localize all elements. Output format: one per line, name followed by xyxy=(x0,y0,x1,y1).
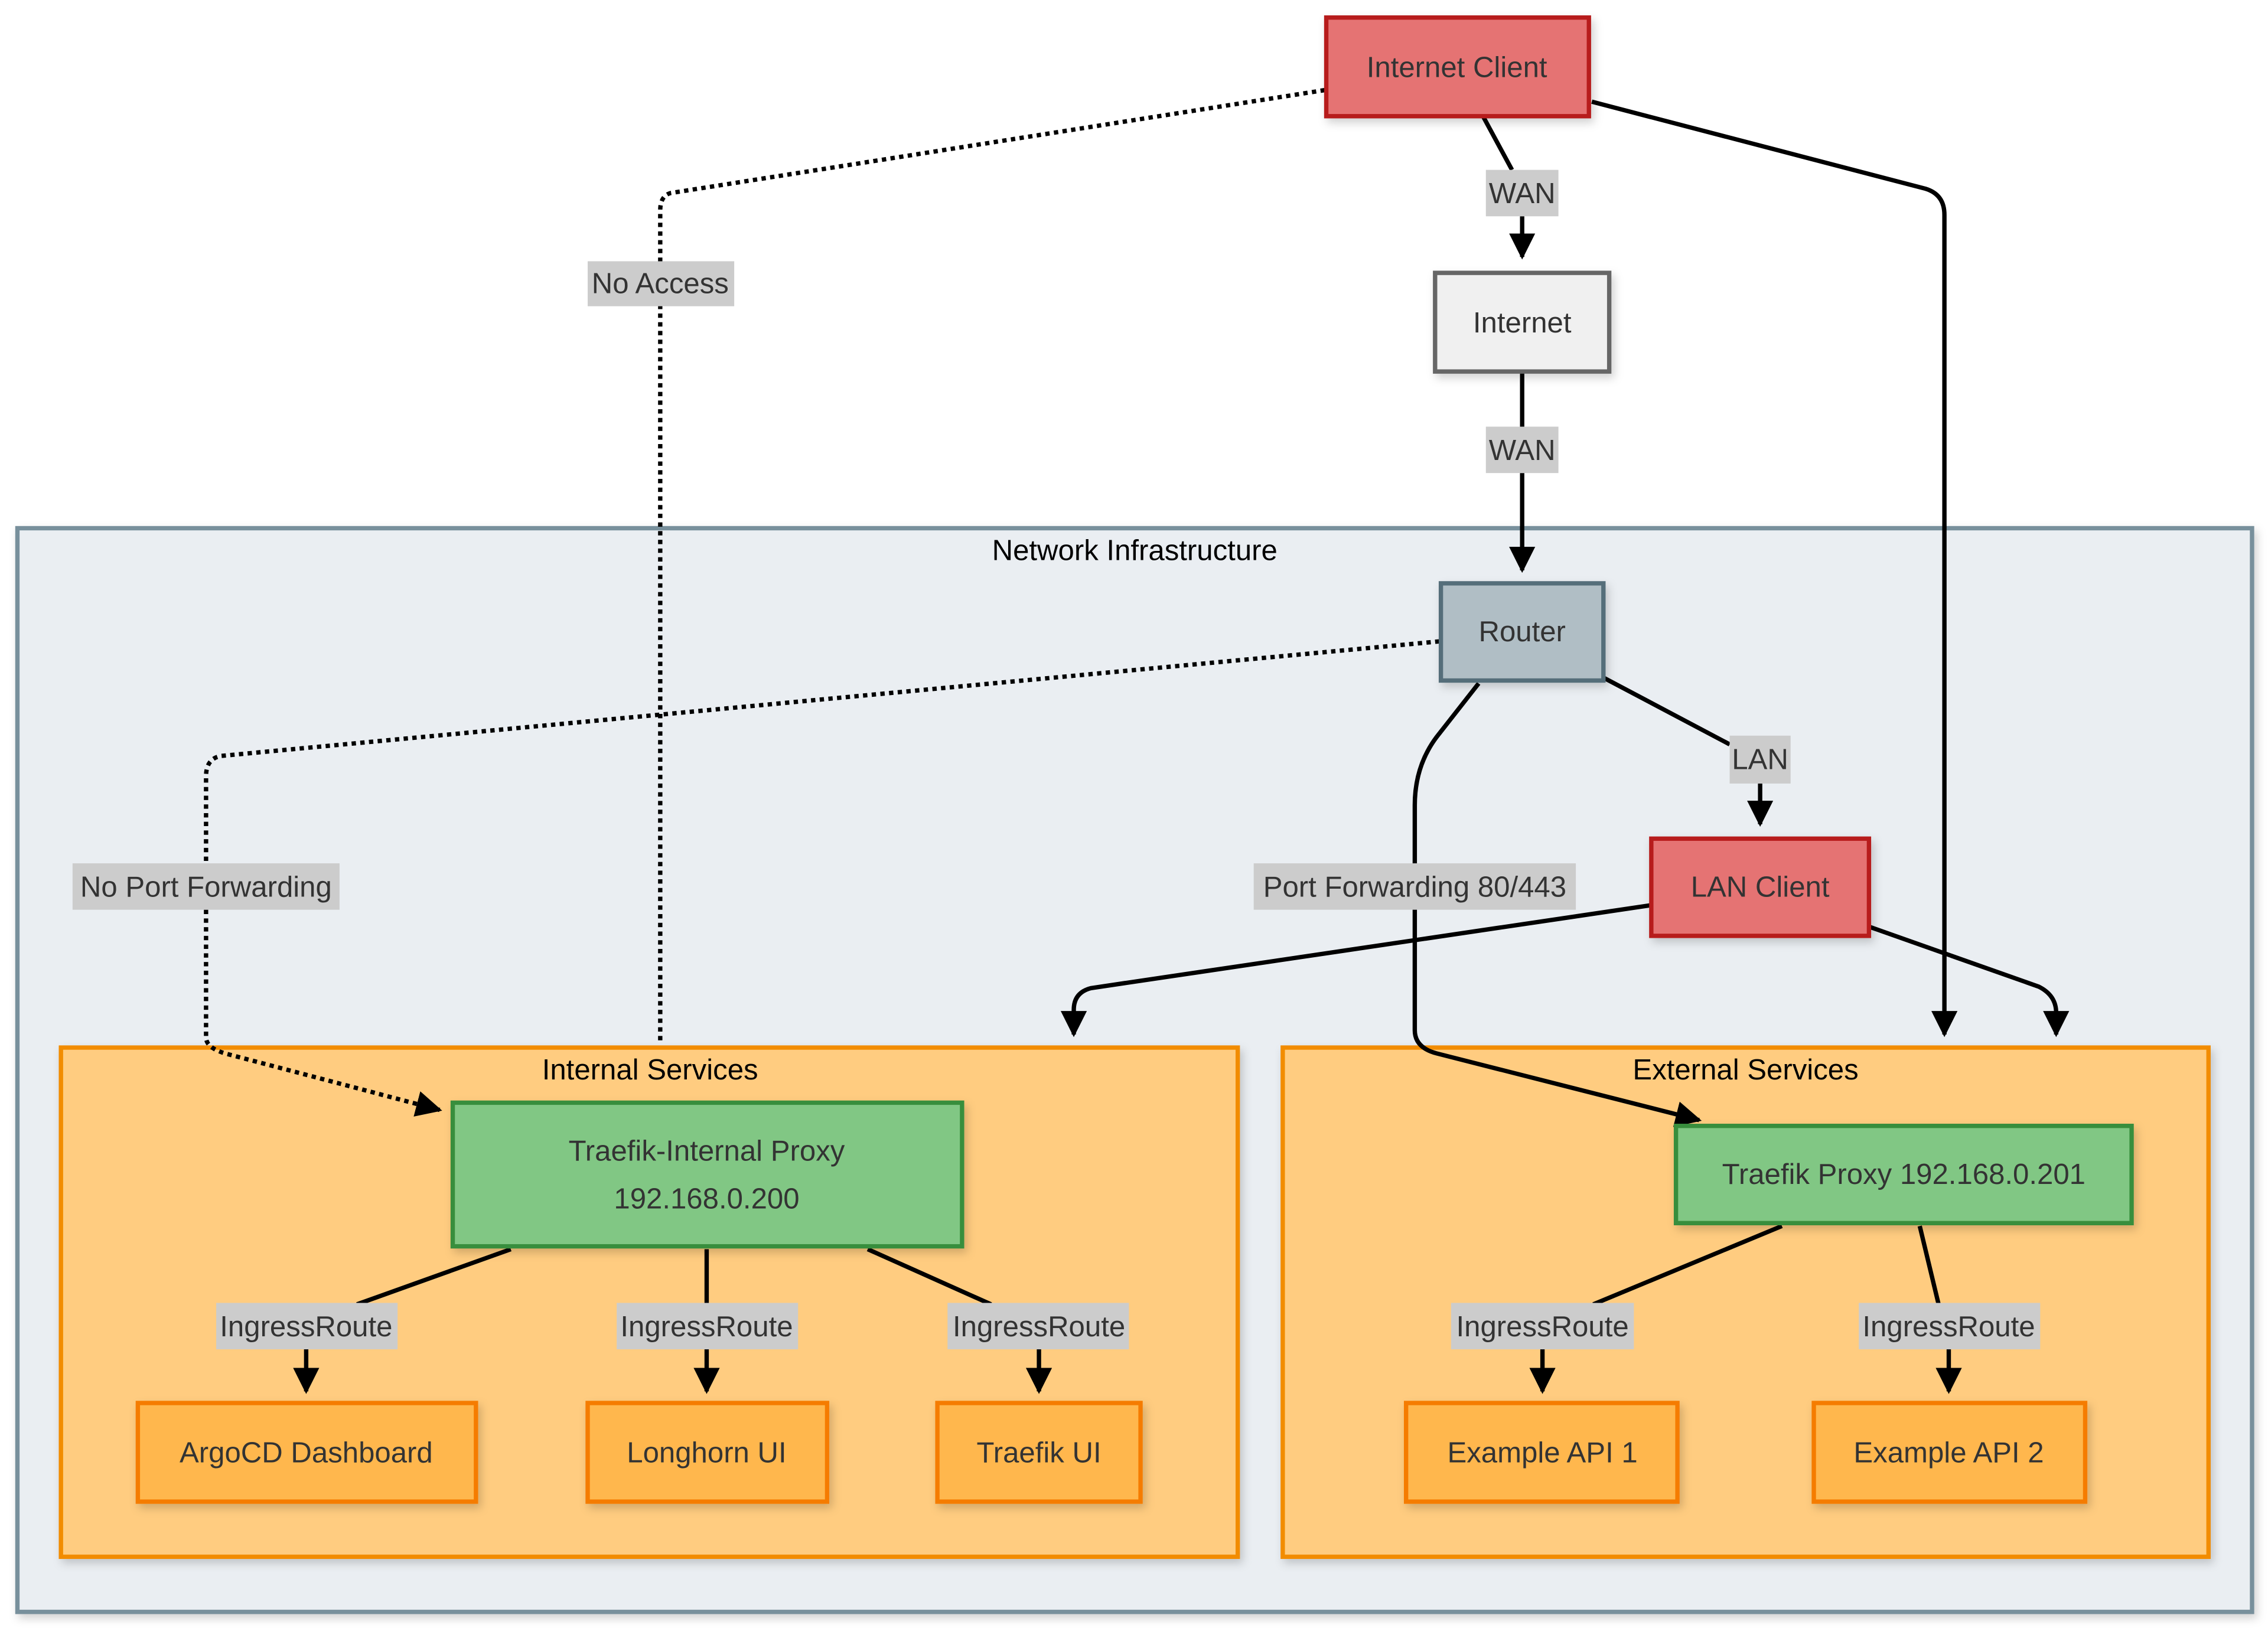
svg-text:Router: Router xyxy=(1478,616,1565,648)
node-example-api-2[interactable]: Example API 2 xyxy=(1811,1401,2088,1504)
network-diagram: Network Infrastructure Internal Services… xyxy=(15,15,2254,1614)
edge-label-ingress-argocd: IngressRoute xyxy=(216,1303,398,1350)
node-argocd-dashboard[interactable]: ArgoCD Dashboard xyxy=(135,1401,478,1504)
svg-text:Internet Client: Internet Client xyxy=(1367,51,1547,83)
node-traefik-ui[interactable]: Traefik UI xyxy=(935,1401,1143,1504)
svg-text:ArgoCD Dashboard: ArgoCD Dashboard xyxy=(180,1437,433,1469)
edge-label-ingress-traefik-ui: IngressRoute xyxy=(947,1303,1129,1350)
svg-text:No Access: No Access xyxy=(592,268,729,300)
node-router[interactable]: Router xyxy=(1438,581,1606,683)
edge-label-wan-1: WAN xyxy=(1485,169,1559,217)
node-example-api-1[interactable]: Example API 1 xyxy=(1403,1401,1680,1504)
edge-label-no-port-forwarding: No Port Forwarding xyxy=(72,863,340,910)
svg-text:Example API 2: Example API 2 xyxy=(1853,1437,2044,1469)
edge-label-ingress-longhorn: IngressRoute xyxy=(617,1303,799,1350)
node-lan-client[interactable]: LAN Client xyxy=(1649,836,1872,938)
edge-label-ingress-api2: IngressRoute xyxy=(1859,1303,2041,1350)
node-traefik-external-proxy[interactable]: Traefik Proxy 192.168.0.201 xyxy=(1673,1124,2134,1226)
cluster-title-network: Network Infrastructure xyxy=(992,535,1278,567)
svg-text:LAN Client: LAN Client xyxy=(1691,872,1830,903)
svg-text:Traefik-Internal Proxy: Traefik-Internal Proxy xyxy=(569,1136,845,1167)
svg-text:WAN: WAN xyxy=(1489,435,1556,466)
svg-text:IngressRoute: IngressRoute xyxy=(1456,1311,1628,1343)
edge-label-wan-2: WAN xyxy=(1485,426,1559,474)
svg-text:Longhorn UI: Longhorn UI xyxy=(627,1437,786,1469)
node-internet[interactable]: Internet xyxy=(1433,270,1612,374)
edge-label-lan: LAN xyxy=(1729,735,1791,784)
svg-text:Traefik Proxy 192.168.0.201: Traefik Proxy 192.168.0.201 xyxy=(1722,1159,2085,1190)
svg-text:Internet: Internet xyxy=(1473,307,1572,339)
svg-text:Port Forwarding 80/443: Port Forwarding 80/443 xyxy=(1263,872,1566,903)
svg-text:WAN: WAN xyxy=(1489,178,1556,210)
svg-text:IngressRoute: IngressRoute xyxy=(1862,1311,2035,1343)
svg-text:LAN: LAN xyxy=(1732,743,1788,775)
cluster-title-external: External Services xyxy=(1632,1054,1858,1086)
svg-text:IngressRoute: IngressRoute xyxy=(620,1311,793,1343)
node-traefik-internal-proxy[interactable]: Traefik-Internal Proxy 192.168.0.200 xyxy=(450,1100,964,1249)
svg-text:192.168.0.200: 192.168.0.200 xyxy=(614,1183,799,1215)
svg-text:Traefik UI: Traefik UI xyxy=(977,1437,1102,1469)
edge-label-no-access: No Access xyxy=(588,261,735,306)
svg-text:IngressRoute: IngressRoute xyxy=(953,1311,1125,1343)
node-longhorn-ui[interactable]: Longhorn UI xyxy=(585,1401,830,1504)
edge-label-port-forwarding: Port Forwarding 80/443 xyxy=(1253,863,1576,910)
svg-text:No Port Forwarding: No Port Forwarding xyxy=(80,872,332,903)
svg-text:IngressRoute: IngressRoute xyxy=(220,1311,392,1343)
node-internet-client[interactable]: Internet Client xyxy=(1324,15,1591,119)
svg-text:Example API 1: Example API 1 xyxy=(1447,1437,1637,1469)
edge-label-ingress-api1: IngressRoute xyxy=(1451,1303,1634,1350)
cluster-title-internal: Internal Services xyxy=(542,1054,758,1086)
